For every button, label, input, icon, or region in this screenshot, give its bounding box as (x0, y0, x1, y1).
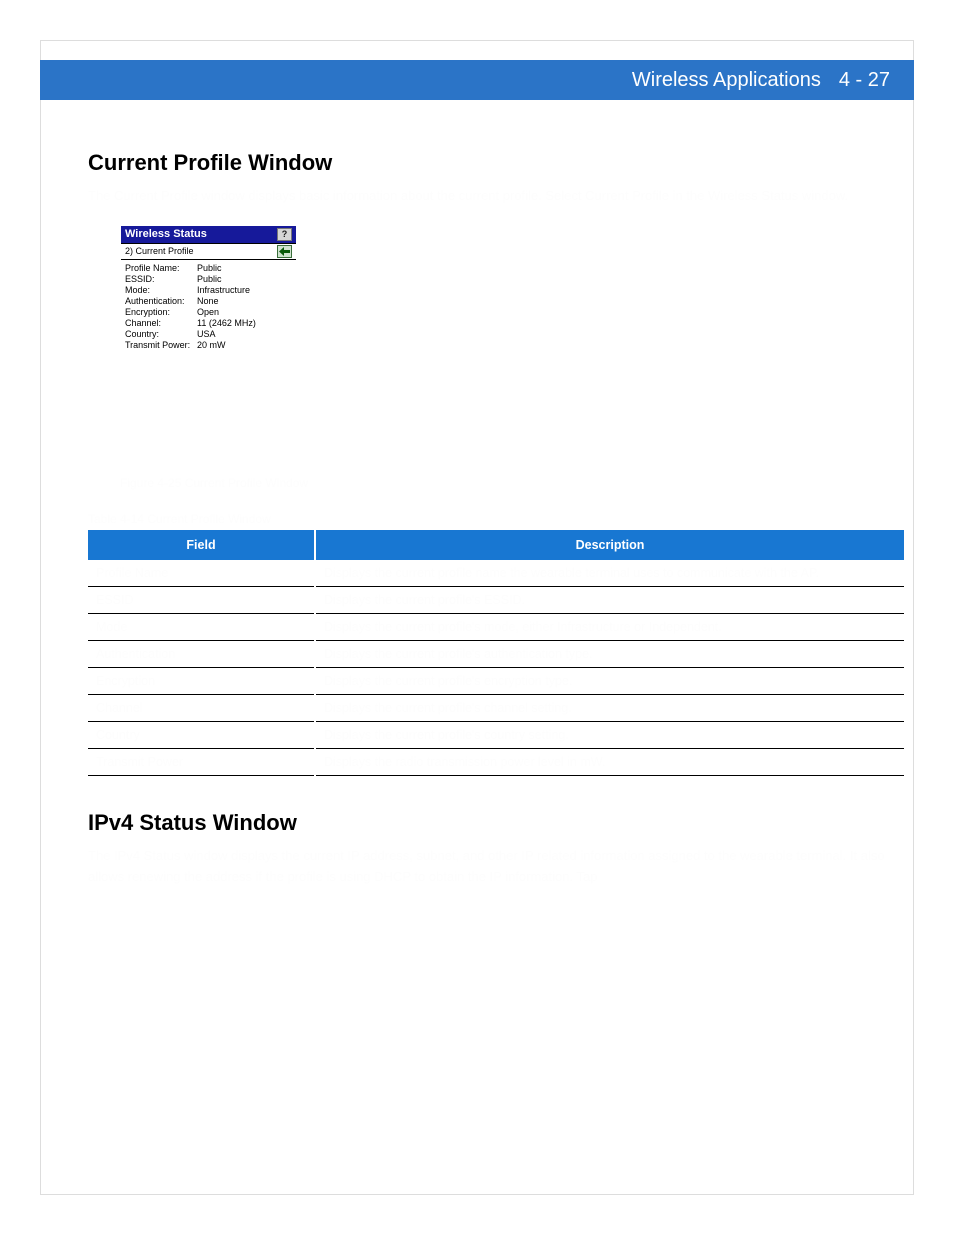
col-header-description: Description (315, 530, 904, 560)
help-icon[interactable]: ? (277, 228, 292, 241)
status-row: Mode:Infrastructure (125, 285, 292, 296)
wireless-status-title: Wireless Status (125, 228, 207, 240)
status-row: Transmit Power:20 mW (125, 340, 292, 351)
wireless-status-window: Wireless Status ? 2) Current Profile Pro… (120, 225, 297, 462)
table-row: AuthenticationDisplays the current profi… (88, 640, 904, 667)
table-row: ESSIDDisplays the current profile's ESSI… (88, 586, 904, 613)
heading-current-profile: Current Profile Window (88, 150, 904, 176)
status-row: Profile Name:Public (125, 263, 292, 274)
wireless-status-titlebar: Wireless Status ? (121, 226, 296, 244)
table-row: Profile NameDisplays the current profile… (88, 560, 904, 587)
heading-ipv4-status: IPv4 Status Window (88, 810, 904, 836)
table-row: ModeDisplays the current profile's mode,… (88, 613, 904, 640)
page-number: 4 - 27 (839, 69, 890, 92)
status-row: Authentication:None (125, 296, 292, 307)
table-row: CountryDisplays the current profile's co… (88, 721, 904, 748)
current-profile-table: Field Description Profile NameDisplays t… (88, 530, 904, 776)
intro-paragraph: The Current Profile window displays basi… (88, 186, 904, 207)
page-header: Wireless Applications 4 - 27 (40, 60, 914, 100)
wireless-status-body: Profile Name:Public ESSID:Public Mode:In… (121, 260, 296, 461)
section-title: Wireless Applications (632, 69, 821, 92)
table-row: EncryptionDisplays the current profile's… (88, 667, 904, 694)
col-header-field: Field (88, 530, 315, 560)
status-row: Country:USA (125, 329, 292, 340)
status-row: Channel:11 (2462 MHz) (125, 318, 292, 329)
outro-paragraph: The IPv4 Status window displays the curr… (88, 846, 904, 888)
status-row: Encryption:Open (125, 307, 292, 318)
back-icon[interactable] (277, 245, 292, 258)
wireless-status-subheader: 2) Current Profile (121, 244, 296, 260)
figure-caption: Figure 4-25 Current Profile Window (120, 476, 904, 490)
table-row: ChannelDisplays the current profile's ch… (88, 694, 904, 721)
status-row: ESSID:Public (125, 274, 292, 285)
wireless-status-subtitle: 2) Current Profile (125, 246, 194, 256)
table-caption: Table 4-14 Current Profile Window (88, 512, 904, 526)
table-row: Transmit PowerDisplays the radio transmi… (88, 748, 904, 775)
